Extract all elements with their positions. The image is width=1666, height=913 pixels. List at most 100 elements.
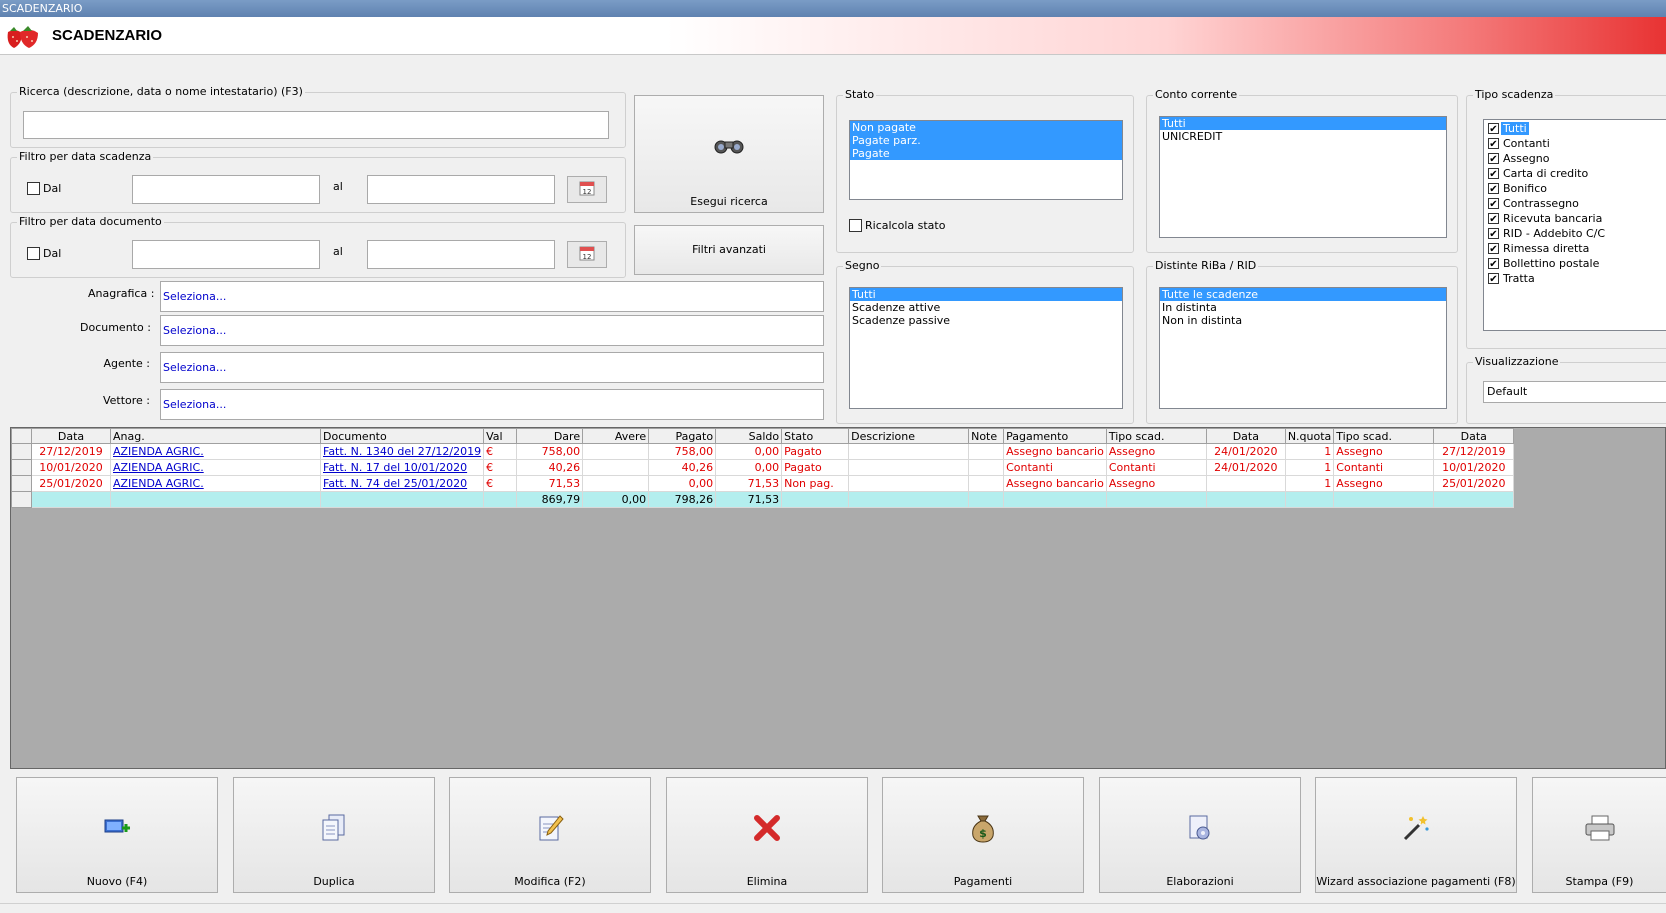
table-cell-link[interactable]: Fatt. N. 1340 del 27/12/2019 [319,443,485,460]
edit-button[interactable]: Modifica (F2) [449,777,651,893]
column-header[interactable]: Data [31,428,111,444]
column-header[interactable]: Pagato [648,428,717,444]
tipo-scadenza-item[interactable]: Ricevuta bancaria [1484,211,1666,226]
tipo-scadenza-item[interactable]: Contrassegno [1484,196,1666,211]
duplicate-button[interactable]: Duplica [233,777,435,893]
visualizzazione-select[interactable]: Default [1483,381,1666,403]
new-record-button[interactable]: Nuovo (F4) [16,777,218,893]
search-input[interactable] [23,111,609,139]
segno-item[interactable]: Scadenze attive [850,301,1122,314]
money-bag-icon: $ [883,810,1083,846]
tipo-scadenza-item[interactable]: Tutti [1484,121,1666,136]
table-cell-link[interactable]: AZIENDA AGRIC. [110,459,321,476]
conto-corrente-listbox[interactable]: Tutti UNICREDIT [1159,116,1447,238]
table-cell: Assegno [1105,475,1207,492]
tipo-scadenza-checkbox[interactable] [1488,183,1499,194]
column-header[interactable]: Stato [781,428,850,444]
column-header[interactable]: Data [1433,428,1515,444]
column-header[interactable]: Descrizione [848,428,970,444]
row-header[interactable] [11,475,32,492]
column-header[interactable]: Pagamento [1003,428,1107,444]
table-cell: € [483,443,518,460]
printer-button[interactable]: Stampa (F9) [1532,777,1666,893]
tipo-scadenza-item[interactable]: Bollettino postale [1484,256,1666,271]
stato-item[interactable]: Pagate [850,147,1122,160]
column-header[interactable]: Documento [319,428,485,444]
due-date-from-input[interactable] [132,175,320,204]
doc-date-calendar-button[interactable]: 12 [567,241,607,268]
doc-date-to-input[interactable] [367,240,555,269]
distinte-listbox[interactable]: Tutte le scadenze In distinta Non in dis… [1159,287,1447,409]
documento-select[interactable]: Seleziona... [160,315,824,346]
vettore-select[interactable]: Seleziona... [160,389,824,420]
tipo-scadenza-item[interactable]: Tratta [1484,271,1666,286]
tipo-scadenza-item[interactable]: Carta di credito [1484,166,1666,181]
anagrafica-select[interactable]: Seleziona... [160,281,824,312]
segno-listbox[interactable]: Tutti Scadenze attive Scadenze passive [849,287,1123,409]
execute-search-button[interactable]: Esegui ricerca [634,95,824,213]
column-header[interactable]: Tipo scad. [1333,428,1435,444]
conto-item[interactable]: UNICREDIT [1160,130,1446,143]
delete-icon [667,810,867,846]
action-button-label: Duplica [313,875,355,888]
tipo-scadenza-checkbox[interactable] [1488,213,1499,224]
filter-due-date-checkbox[interactable] [27,182,40,195]
tipo-scadenza-checkbox[interactable] [1488,273,1499,284]
wizard-button[interactable]: Wizard associazione pagamenti (F8) [1315,777,1517,893]
tipo-scadenza-item[interactable]: Bonifico [1484,181,1666,196]
stato-item[interactable]: Pagate parz. [850,134,1122,147]
column-header[interactable]: Data [1205,428,1286,444]
column-header[interactable]: Note [968,428,1005,444]
tipo-scadenza-item[interactable]: Assegno [1484,151,1666,166]
delete-button[interactable]: Elimina [666,777,868,893]
doc-date-from-input[interactable] [132,240,320,269]
table-row[interactable]: 10/01/2020 AZIENDA AGRIC. Fatt. N. 17 del … [11,459,1515,476]
tipo-scadenza-checkbox[interactable] [1488,123,1499,134]
conto-item[interactable]: Tutti [1160,117,1446,130]
distinte-item[interactable]: Tutte le scadenze [1160,288,1446,301]
table-cell-link[interactable]: AZIENDA AGRIC. [110,443,321,460]
tipo-scadenza-checkbox[interactable] [1488,258,1499,269]
column-header[interactable]: N.quota [1284,428,1335,444]
table-row[interactable]: 25/01/2020 AZIENDA AGRIC. Fatt. N. 74 del … [11,475,1515,492]
tipo-scadenza-item[interactable]: RID - Addebito C/C [1484,226,1666,241]
tipo-scadenza-checkbox[interactable] [1488,153,1499,164]
tipo-scadenza-checkbox[interactable] [1488,243,1499,254]
table-cell: 71,53 [516,475,584,492]
advanced-filters-button[interactable]: Filtri avanzati [634,225,824,275]
row-header[interactable] [11,459,32,476]
column-header[interactable]: Anag. [110,428,321,444]
agente-select[interactable]: Seleziona... [160,352,824,383]
new-record-icon [17,810,217,846]
tipo-scadenza-checkbox[interactable] [1488,138,1499,149]
table-cell-link[interactable]: Fatt. N. 17 del 10/01/2020 [319,459,485,476]
filter-doc-date-checkbox[interactable] [27,247,40,260]
table-cell: 24/01/2020 [1205,459,1286,476]
table-cell-link[interactable]: Fatt. N. 74 del 25/01/2020 [319,475,485,492]
money-bag-button[interactable]: $ Pagamenti [882,777,1084,893]
column-header[interactable]: Dare [516,428,584,444]
tipo-scadenza-listbox[interactable]: Tutti Contanti Assegno Carta di credito Boni… [1483,119,1666,331]
tipo-scadenza-item[interactable]: Contanti [1484,136,1666,151]
column-header[interactable]: Saldo [715,428,783,444]
process-button[interactable]: Elaborazioni [1099,777,1301,893]
due-date-to-input[interactable] [367,175,555,204]
column-header[interactable]: Tipo scad. [1105,428,1207,444]
column-header[interactable]: Val [483,428,518,444]
tipo-scadenza-checkbox[interactable] [1488,168,1499,179]
stato-item[interactable]: Non pagate [850,121,1122,134]
recalc-status-checkbox[interactable] [849,219,862,232]
segno-item[interactable]: Tutti [850,288,1122,301]
segno-item[interactable]: Scadenze passive [850,314,1122,327]
tipo-scadenza-checkbox[interactable] [1488,198,1499,209]
table-row[interactable]: 27/12/2019 AZIENDA AGRIC. Fatt. N. 1340 de… [11,443,1515,460]
table-cell-link[interactable]: AZIENDA AGRIC. [110,475,321,492]
row-header[interactable] [11,443,32,460]
distinte-item[interactable]: In distinta [1160,301,1446,314]
tipo-scadenza-checkbox[interactable] [1488,228,1499,239]
stato-listbox[interactable]: Non pagate Pagate parz. Pagate [849,120,1123,200]
distinte-item[interactable]: Non in distinta [1160,314,1446,327]
tipo-scadenza-item[interactable]: Rimessa diretta [1484,241,1666,256]
due-date-calendar-button[interactable]: 12 [567,176,607,203]
column-header[interactable]: Avere [582,428,650,444]
